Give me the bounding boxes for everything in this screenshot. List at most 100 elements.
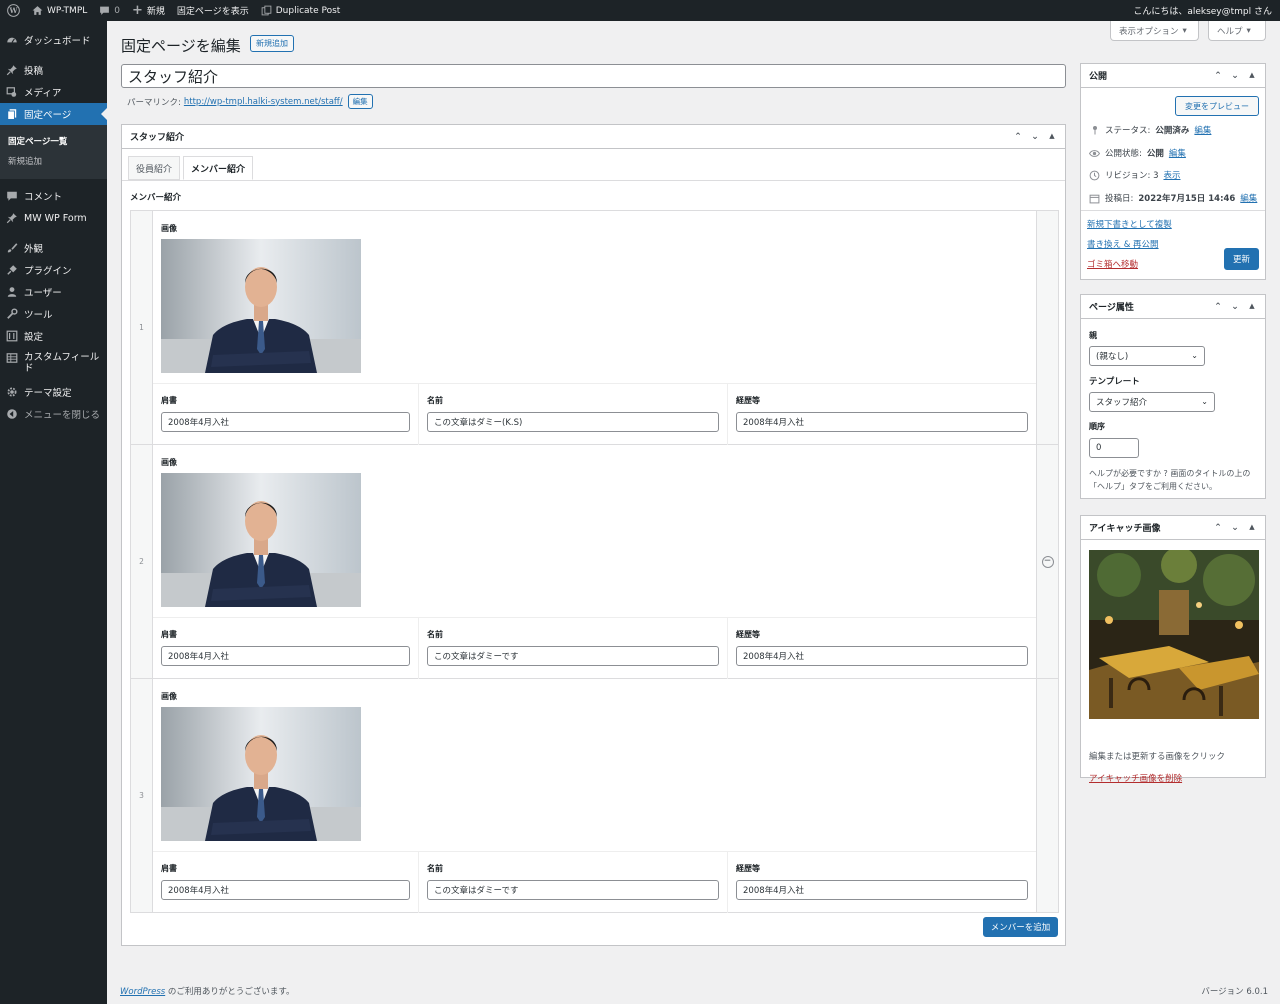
metabox-title: ページ属性 <box>1089 303 1134 313</box>
new-label: 新規 <box>146 7 165 17</box>
wordpress-logo-icon[interactable]: W <box>0 0 26 21</box>
member-title-input[interactable]: 2008年4月入社 <box>161 646 410 666</box>
status-row: ステータス: 公開済み 編集 <box>1089 124 1211 136</box>
member-photo[interactable] <box>161 239 361 373</box>
member-title-input[interactable]: 2008年4月入社 <box>161 412 410 432</box>
tab-members[interactable]: メンバー紹介 <box>183 156 254 180</box>
published-label: 投稿日: <box>1105 194 1134 204</box>
view-page-link[interactable]: 固定ページを表示 <box>171 0 255 21</box>
sidebar-item-media[interactable]: メディア <box>0 81 107 103</box>
member-photo[interactable] <box>161 707 361 841</box>
sidebar-label: テーマ設定 <box>24 388 72 399</box>
move-down-icon[interactable]: ⌄ <box>1230 71 1240 81</box>
move-to-trash-link[interactable]: ゴミ箱へ移動 <box>1087 258 1138 270</box>
member-photo[interactable] <box>161 473 361 607</box>
visibility-value: 公開 <box>1146 149 1164 159</box>
member-career-input[interactable]: 2008年4月入社 <box>736 412 1028 432</box>
row-number[interactable]: 1 <box>131 211 153 444</box>
preview-changes-button[interactable]: 変更をプレビュー <box>1175 96 1259 116</box>
sidebar-item-posts[interactable]: 投稿 <box>0 59 107 81</box>
sidebar-item-comments[interactable]: コメント <box>0 185 107 207</box>
move-down-icon[interactable]: ⌄ <box>1230 523 1240 533</box>
pages-submenu: 固定ページ一覧 新規追加 <box>0 125 107 179</box>
sidebar-label: カスタムフィールド <box>24 352 100 374</box>
visibility-edit-link[interactable]: 編集 <box>1169 147 1186 159</box>
update-button[interactable]: 更新 <box>1224 248 1259 270</box>
career-col-label: 経歴等 <box>736 864 760 873</box>
toggle-panel-icon[interactable]: ▲ <box>1047 132 1057 142</box>
repeater-row: 2 画像 肩書 2008年4月入社 名前 この文章はダミーです 経歴等 2008… <box>131 445 1058 679</box>
published-date-row: 投稿日: 2022年7月15日 14:46 編集 <box>1089 192 1257 204</box>
duplicate-post-link[interactable]: Duplicate Post <box>255 0 347 21</box>
move-up-icon[interactable]: ⌃ <box>1213 523 1223 533</box>
move-up-icon[interactable]: ⌃ <box>1213 302 1223 312</box>
post-title-input[interactable]: スタッフ紹介 <box>121 64 1066 88</box>
remove-row-icon[interactable]: − <box>1041 555 1054 568</box>
add-member-button[interactable]: メンバーを追加 <box>983 917 1058 937</box>
revisions-link[interactable]: 表示 <box>1163 169 1180 181</box>
screen-options-button[interactable]: 表示オプション ▾ <box>1110 21 1199 41</box>
toggle-panel-icon[interactable]: ▲ <box>1247 71 1257 81</box>
published-edit-link[interactable]: 編集 <box>1240 192 1257 204</box>
add-new-page-button[interactable]: 新規追加 <box>250 35 294 52</box>
row-actions <box>1036 679 1058 912</box>
submenu-pages-list[interactable]: 固定ページ一覧 <box>0 131 107 151</box>
main-content: 表示オプション ▾ ヘルプ ▾ 固定ページを編集 新規追加 スタッフ紹介 パーマ… <box>107 21 1280 1004</box>
toggle-panel-icon[interactable]: ▲ <box>1247 302 1257 312</box>
order-input[interactable]: 0 <box>1089 438 1139 458</box>
move-up-icon[interactable]: ⌃ <box>1013 132 1023 142</box>
sidebar-item-settings[interactable]: 設定 <box>0 325 107 347</box>
comments-link[interactable]: 0 <box>93 0 126 21</box>
permalink-row: パーマリンク: http://wp-tmpl.halki-system.net/… <box>127 94 373 109</box>
member-name-input[interactable]: この文章はダミーです <box>427 880 719 900</box>
tab-officers[interactable]: 役員紹介 <box>128 156 181 180</box>
sidebar-item-mw-wp-form[interactable]: MW WP Form <box>0 207 107 229</box>
submenu-pages-new[interactable]: 新規追加 <box>0 151 107 171</box>
toggle-panel-icon[interactable]: ▲ <box>1247 523 1257 533</box>
row-number[interactable]: 3 <box>131 679 153 912</box>
new-content-link[interactable]: + 新規 <box>126 0 171 21</box>
member-name-input[interactable]: この文章はダミーです <box>427 646 719 666</box>
sidebar-item-dashboard[interactable]: ダッシュボード <box>0 29 107 51</box>
featured-image[interactable] <box>1089 550 1259 719</box>
page-title: 固定ページを編集 <box>121 37 241 55</box>
wordpress-link[interactable]: WordPress <box>120 987 165 997</box>
row-number[interactable]: 2 <box>131 445 153 678</box>
sidebar-label: MW WP Form <box>24 212 87 224</box>
help-button[interactable]: ヘルプ ▾ <box>1208 21 1266 41</box>
move-down-icon[interactable]: ⌄ <box>1030 132 1040 142</box>
publish-metabox: 公開 ⌃ ⌄ ▲ 変更をプレビュー ステータス: 公開済み 編集 公開状態: 公… <box>1080 63 1266 280</box>
permalink-edit-button[interactable]: 編集 <box>347 94 373 109</box>
order-label: 順序 <box>1089 422 1105 431</box>
repeater-row: 1 画像 肩書 2008年4月入社 名前 この文章はダミー(K.S) 経歴等 2… <box>131 211 1058 445</box>
sidebar-item-theme-settings[interactable]: テーマ設定 <box>0 381 107 403</box>
template-select[interactable]: スタッフ紹介 ⌄ <box>1089 392 1215 412</box>
member-name-input[interactable]: この文章はダミー(K.S) <box>427 412 719 432</box>
sidebar-item-users[interactable]: ユーザー <box>0 281 107 303</box>
pages-icon <box>6 108 18 120</box>
permalink-label: パーマリンク: <box>127 97 181 108</box>
sidebar-item-custom-fields[interactable]: カスタムフィールド <box>0 347 107 381</box>
admin-bar: W WP-TMPL 0 + 新規 固定ページを表示 Duplicate Post… <box>0 0 1280 21</box>
sidebar-item-pages[interactable]: 固定ページ <box>0 103 107 125</box>
collapse-menu-button[interactable]: メニューを閉じる <box>0 403 107 425</box>
status-edit-link[interactable]: 編集 <box>1194 124 1211 136</box>
permalink-link[interactable]: http://wp-tmpl.halki-system.net/staff/ <box>184 97 343 107</box>
member-career-input[interactable]: 2008年4月入社 <box>736 880 1028 900</box>
move-down-icon[interactable]: ⌄ <box>1230 302 1240 312</box>
member-title-input[interactable]: 2008年4月入社 <box>161 880 410 900</box>
account-greeting[interactable]: こんにちは、aleksey@tmpl さん <box>1127 0 1280 21</box>
new-draft-link[interactable]: 新規下書きとして複製 <box>1087 218 1172 230</box>
page-attributes-header: ページ属性 ⌃ ⌄ ▲ <box>1081 295 1265 319</box>
parent-value: (親なし) <box>1096 352 1129 362</box>
rewrite-republish-link[interactable]: 書き換え & 再公開 <box>1087 238 1159 250</box>
remove-featured-image-link[interactable]: アイキャッチ画像を削除 <box>1089 772 1182 784</box>
member-career-input[interactable]: 2008年4月入社 <box>736 646 1028 666</box>
sidebar-item-tools[interactable]: ツール <box>0 303 107 325</box>
sidebar-item-plugins[interactable]: プラグイン <box>0 259 107 281</box>
sidebar-item-appearance[interactable]: 外観 <box>0 237 107 259</box>
site-name-link[interactable]: WP-TMPL <box>26 0 93 21</box>
revisions-label: リビジョン: 3 <box>1105 171 1159 181</box>
move-up-icon[interactable]: ⌃ <box>1213 71 1223 81</box>
parent-select[interactable]: (親なし) ⌄ <box>1089 346 1205 366</box>
